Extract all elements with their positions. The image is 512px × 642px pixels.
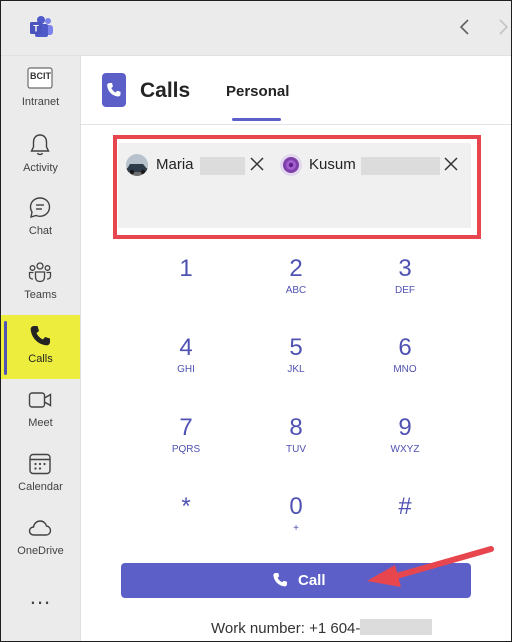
video-icon (28, 392, 52, 408)
bcit-logo-text: BCIT (30, 71, 51, 81)
rail-item-meet[interactable]: Meet (1, 379, 80, 443)
dialpad-letters (146, 523, 226, 535)
bell-icon (30, 134, 50, 156)
dialpad-digit: 5 (289, 334, 303, 361)
rail-item-chat[interactable]: Chat (1, 187, 80, 251)
dialpad-key-7[interactable]: 7 PQRS (146, 414, 226, 456)
phone-icon (273, 573, 287, 587)
dialpad-letters: MNO (393, 364, 417, 375)
dialpad-digit: 2 (289, 255, 303, 282)
teams-icon (28, 262, 52, 283)
annotation-arrow-icon (367, 546, 494, 587)
dialpad-letters: JKL (287, 364, 305, 375)
rail-label: Chat (28, 225, 53, 237)
chat-icon (29, 197, 51, 219)
svg-text:T: T (33, 24, 39, 34)
dialpad-digit: 8 (289, 414, 303, 441)
more-apps-button[interactable]: ... (1, 584, 80, 610)
dialpad-key-9[interactable]: 9 WXYZ (365, 414, 445, 456)
dialpad-letters: WXYZ (390, 444, 420, 455)
teams-window: T BCIT Intranet Activity Chat Teams Call… (0, 0, 512, 642)
calls-header: Calls Personal (81, 56, 511, 125)
rail-item-calls[interactable]: Calls (1, 315, 80, 379)
calendar-icon (29, 453, 51, 475)
dialpad-key-2[interactable]: 2 ABC (256, 255, 336, 297)
dialpad-key-0[interactable]: 0 + (256, 493, 336, 535)
rail-item-teams[interactable]: Teams (1, 251, 80, 315)
dialpad-key-3[interactable]: 3 DEF (365, 255, 445, 297)
tab-personal[interactable]: Personal (226, 83, 289, 100)
calls-app-icon (102, 73, 126, 107)
dialpad-letters: GHI (177, 364, 195, 375)
rail-label: Intranet (21, 96, 60, 108)
dialpad-letters: PQRS (171, 444, 201, 455)
work-number: Work number: +1 604- (211, 619, 433, 637)
title-bar: T (1, 1, 511, 56)
dialpad-letters: TUV (286, 444, 306, 455)
forward-button[interactable] (491, 15, 511, 39)
dialpad-digit: 1 (179, 255, 193, 282)
dialpad-key-8[interactable]: 8 TUV (256, 414, 336, 456)
rail-label: Meet (28, 417, 53, 429)
annotation-highlight-box (113, 135, 481, 239)
dialpad-key-hash[interactable]: # (365, 493, 445, 535)
dialpad-key-4[interactable]: 4 GHI (146, 334, 226, 376)
dialpad-digit: * (181, 493, 191, 520)
dialpad-letters (146, 285, 226, 297)
dialpad-digit: 7 (179, 414, 193, 441)
page-title: Calls (140, 79, 191, 102)
rail-label: Calendar (18, 481, 63, 493)
rail-label: Teams (24, 289, 57, 301)
dialpad-letters: ABC (285, 285, 307, 296)
dialpad-digit: # (398, 493, 412, 520)
dialpad-letters: + (293, 523, 299, 534)
rail-item-activity[interactable]: Activity (1, 124, 80, 188)
app-rail: BCIT Intranet Activity Chat Teams Calls … (1, 56, 81, 641)
phone-icon (30, 326, 50, 346)
rail-label: OneDrive (17, 545, 64, 557)
dialpad-digit: 3 (398, 255, 412, 282)
call-button-label: Call (298, 572, 326, 589)
dialpad-digit: 6 (398, 334, 412, 361)
cloud-icon (28, 520, 52, 536)
back-button[interactable] (453, 15, 477, 39)
chevron-left-icon (459, 19, 469, 35)
dialpad-letters (365, 523, 445, 535)
rail-item-intranet[interactable]: BCIT Intranet (1, 58, 80, 122)
redacted-number (360, 619, 433, 635)
rail-label: Calls (28, 353, 53, 365)
chevron-right-icon (499, 19, 509, 35)
work-number-label: Work number: +1 604- (211, 620, 361, 637)
teams-logo-icon: T (30, 16, 53, 37)
dialpad-digit: 4 (179, 334, 193, 361)
dialpad-digit: 0 (289, 493, 303, 520)
dialpad-key-5[interactable]: 5 JKL (256, 334, 336, 376)
dialpad-digit: 9 (398, 414, 412, 441)
active-tab-indicator (232, 118, 281, 121)
dialpad-key-star[interactable]: * (146, 493, 226, 535)
phone-icon (107, 83, 121, 97)
rail-item-calendar[interactable]: Calendar (1, 443, 80, 507)
dialpad-key-6[interactable]: 6 MNO (365, 334, 445, 376)
dialpad-key-1[interactable]: 1 (146, 255, 226, 297)
rail-item-onedrive[interactable]: OneDrive (1, 507, 80, 571)
rail-label: Activity (23, 162, 58, 174)
dialpad-letters: DEF (395, 285, 415, 296)
